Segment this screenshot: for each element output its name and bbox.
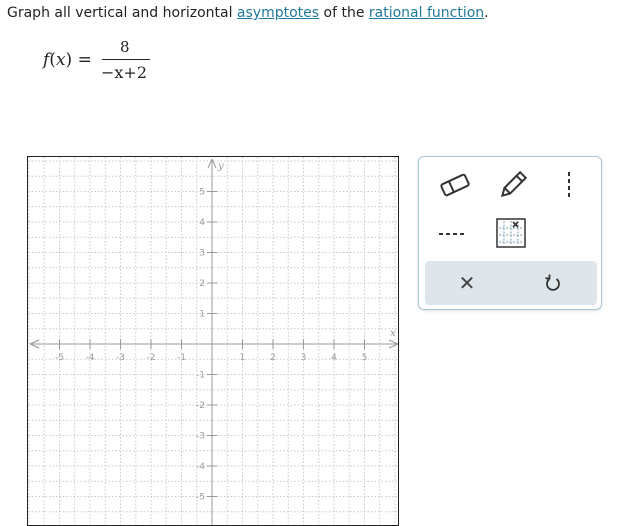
x-axis-label: x [390,328,396,339]
more-vertical-icon [568,172,570,199]
y-tick-label: -2 [196,401,205,411]
x-tick-label: 3 [301,353,307,363]
x-tick-label: 2 [270,353,276,363]
dashed-line-tool[interactable] [433,217,473,251]
coordinate-grid[interactable]: -5 -4 -3 -2 -1 1 2 3 4 5 5 4 3 2 1 -1 -2 -3 -4 -5 x y [28,157,399,526]
more-options-tool[interactable] [559,167,579,203]
pencil-tool[interactable] [493,167,533,203]
x-tick-label: -5 [55,353,64,363]
dashed-line-icon [439,233,467,235]
prompt-text-end: . [484,5,489,21]
function-variable: x [55,50,66,70]
x-tick-label: 1 [240,353,246,363]
paren-open: ( [49,50,56,70]
fraction-numerator: 8 [120,38,130,56]
graph-grid-icon [496,218,526,248]
pencil-icon [500,170,528,198]
y-tick-label: 5 [199,188,205,198]
graph-canvas[interactable]: -5 -4 -3 -2 -1 1 2 3 4 5 5 4 3 2 1 -1 -2 -3 -4 -5 x y [27,156,399,526]
clear-button[interactable]: ✕ [445,265,489,301]
x-tick-label: -4 [86,353,95,363]
eraser-icon [440,173,470,197]
y-axis-label: y [217,161,224,172]
prompt-text-1: Graph all vertical and horizontal [7,5,237,21]
y-tick-label: -4 [196,462,205,472]
close-icon: ✕ [458,271,476,295]
y-tick-label: -1 [196,371,205,381]
fraction-denominator: −x+2 [101,63,148,82]
y-tick-label: 1 [199,310,205,320]
x-tick-label: 5 [362,353,368,363]
y-tick-label: 3 [199,249,205,259]
fraction-bar [102,59,150,60]
y-tick-label: 2 [199,279,205,289]
eraser-tool[interactable] [433,169,477,201]
prompt-text-2: of the [319,5,369,21]
asymptotes-link[interactable]: asymptotes [237,5,319,21]
x-tick-label: 4 [331,353,337,363]
x-tick-label: -1 [177,353,186,363]
graphing-toolbar: ✕ [418,156,602,310]
toolbar-actions: ✕ [425,261,597,305]
rational-function-link[interactable]: rational function [369,5,484,21]
paren-close: ) [65,50,73,70]
undo-icon [545,274,560,291]
y-tick-label: 4 [199,218,205,228]
function-lhs: f(x) = [43,50,92,70]
equals-sign: = [77,50,92,70]
asymptote-graph-tool[interactable] [491,215,531,251]
question-prompt: Graph all vertical and horizontal asympt… [7,5,489,21]
y-tick-label: -5 [196,493,205,503]
x-tick-label: -3 [116,353,125,363]
y-tick-label: -3 [196,432,205,442]
x-tick-label: -2 [147,353,156,363]
undo-button[interactable] [531,265,575,301]
